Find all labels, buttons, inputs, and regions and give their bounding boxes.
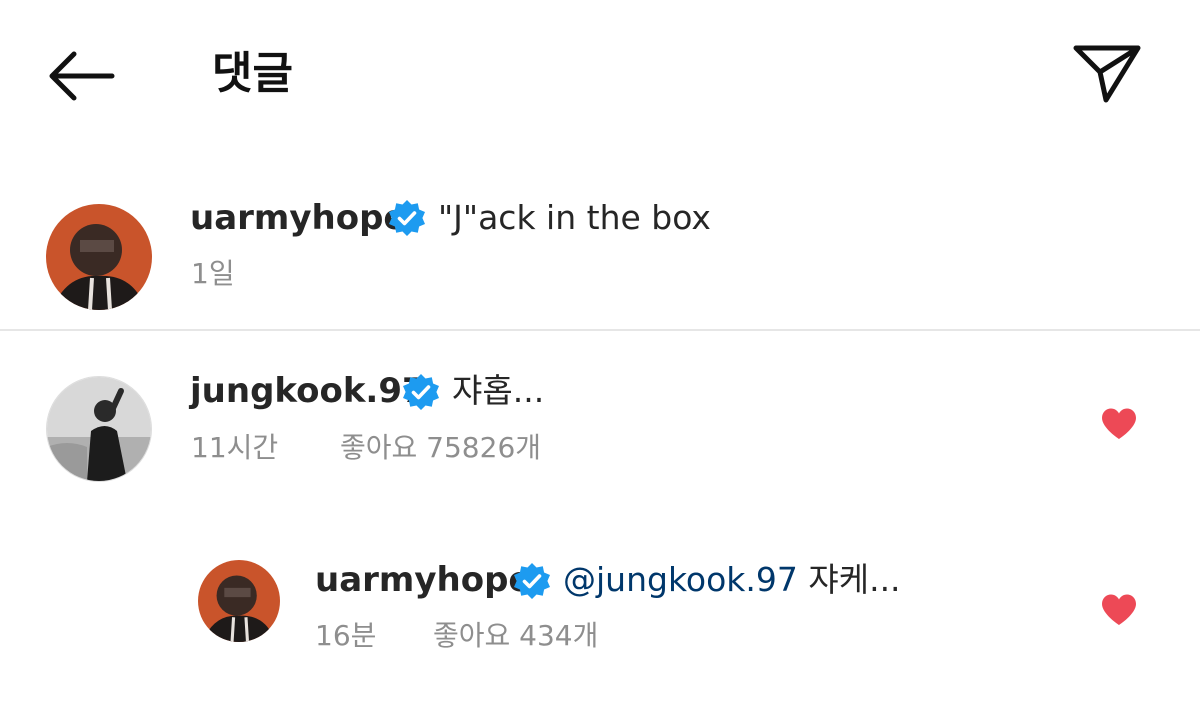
verified-badge-icon — [403, 374, 439, 410]
reply-username[interactable]: uarmyhope — [315, 558, 531, 602]
comment-time: 11시간 — [191, 431, 279, 464]
reply-likes[interactable]: 좋아요 434개 — [433, 618, 598, 654]
caption-username[interactable]: uarmyhope — [190, 196, 406, 240]
profile-photo — [47, 377, 151, 481]
caption-text: "J"ack in the box — [438, 198, 711, 237]
avatar[interactable] — [46, 204, 152, 310]
heart-icon[interactable] — [1100, 593, 1138, 627]
share-button[interactable] — [1068, 38, 1144, 108]
profile-photo — [198, 560, 280, 642]
comments-screen: 댓글 uarmyhope "J"ack in the box 1일 jungko… — [0, 0, 1200, 703]
page-title: 댓글 — [212, 48, 293, 99]
mention-link[interactable]: @jungkook.97 — [563, 560, 798, 599]
heart-icon[interactable] — [1100, 407, 1138, 441]
verified-badge-icon — [514, 563, 550, 599]
verified-badge-icon — [389, 200, 425, 236]
avatar[interactable] — [198, 560, 280, 642]
paper-plane-icon — [1073, 45, 1141, 103]
reply-time: 16분 — [315, 619, 377, 652]
reply-text: 쟈케... — [808, 560, 901, 599]
reply-text-line: @jungkook.97 쟈케... — [563, 558, 901, 602]
arrow-left-icon — [49, 51, 115, 101]
caption-time: 1일 — [191, 257, 235, 290]
divider — [0, 329, 1200, 331]
comment-username[interactable]: jungkook.97 — [190, 369, 426, 413]
comment-likes[interactable]: 좋아요 75826개 — [340, 430, 541, 466]
comment-text: 쟈홉... — [452, 371, 545, 410]
avatar[interactable] — [46, 376, 152, 482]
profile-photo — [46, 204, 152, 310]
back-button[interactable] — [44, 44, 120, 108]
